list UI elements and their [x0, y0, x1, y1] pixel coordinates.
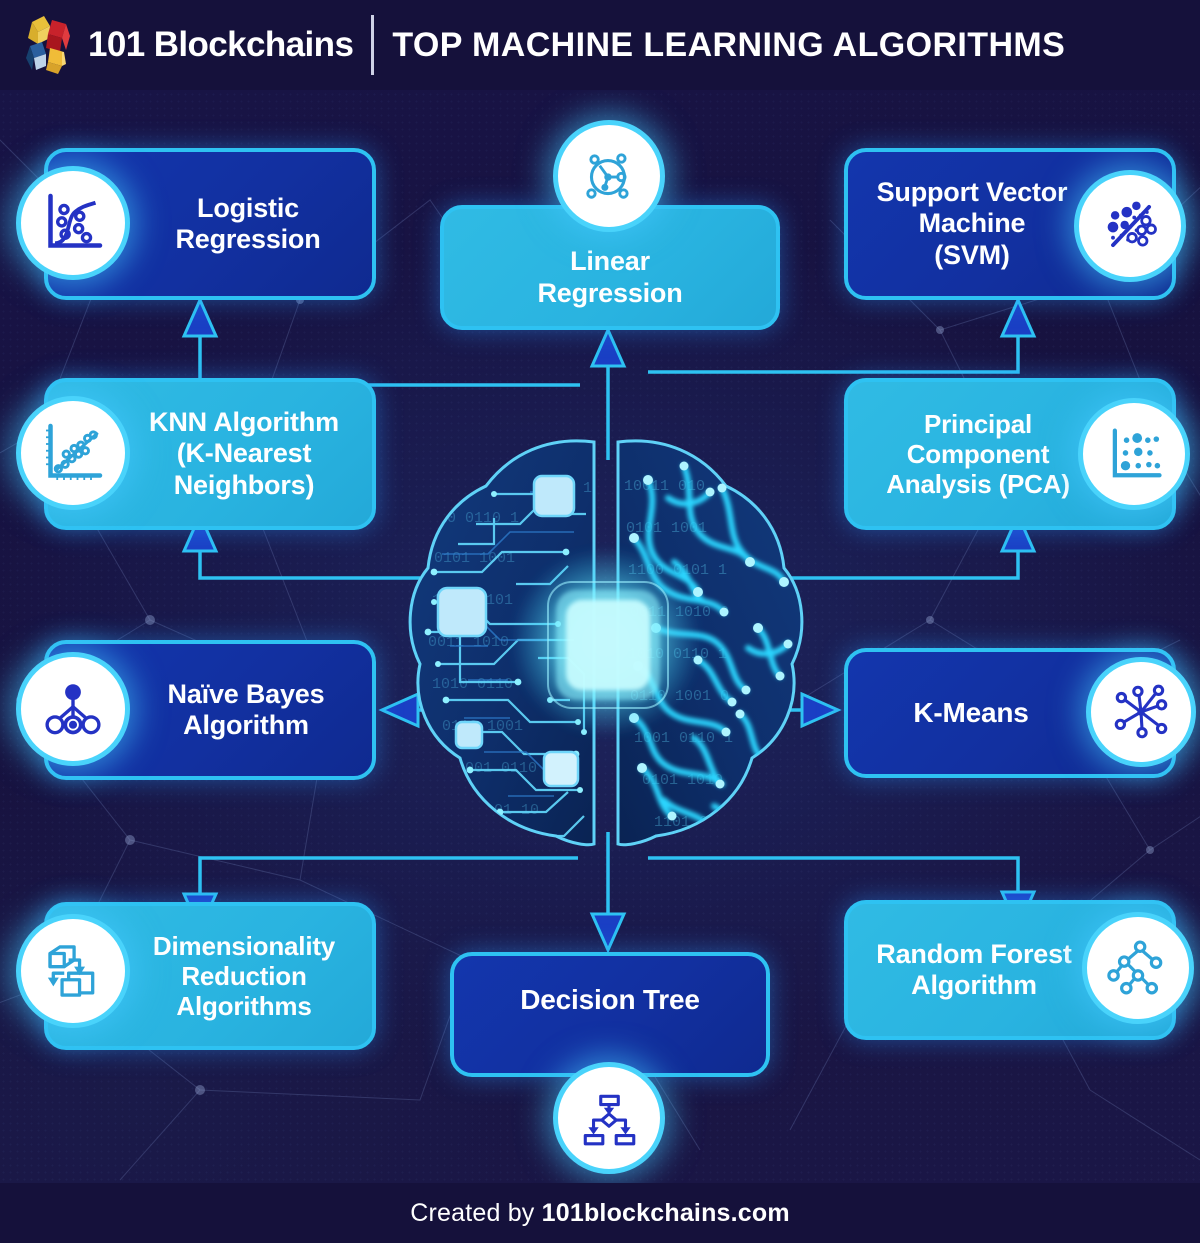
ai-brain-graphic: 10 0110 10101 1001 1100 01010011 1010 10…	[408, 439, 804, 847]
header-divider	[371, 15, 375, 75]
isometric-cubes-logo	[16, 12, 82, 78]
decision-tree-branches-icon	[1082, 912, 1194, 1024]
flowchart-decision-icon	[553, 1062, 665, 1174]
svg-text:0101 10: 0101 10	[476, 802, 539, 819]
stacked-boxes-arrows-icon	[16, 914, 130, 1028]
scatter-trendline-icon	[16, 396, 130, 510]
node-label-decision-tree: Decision Tree	[520, 984, 700, 1016]
svg-text:10011 010: 10011 010	[624, 478, 705, 495]
credit-site: 101blockchains.com	[541, 1198, 790, 1227]
svm-separating-hyperplane-icon	[1074, 170, 1186, 282]
bayes-network-nodes-icon	[16, 652, 130, 766]
node-network-circle-icon	[553, 120, 665, 232]
node-label-linear-regression: Linear Regression	[537, 246, 683, 308]
node-label-k-means: K-Means	[913, 696, 1029, 728]
infographic-canvas: 10 0110 10101 1001 1100 01010011 1010 10…	[0, 0, 1200, 1243]
svg-text:1010 0110: 1010 0110	[432, 676, 513, 693]
pca-scatter-axes-icon	[1078, 398, 1190, 510]
logistic-curve-scatter-icon	[16, 166, 130, 280]
footer-bar: Created by 101blockchains.com	[0, 1183, 1200, 1243]
header-bar: 101 Blockchains TOP MACHINE LEARNING ALG…	[0, 0, 1200, 90]
node-card-decision-tree[interactable]: Decision Tree	[450, 952, 770, 1077]
credit-prefix: Created by	[410, 1198, 542, 1227]
kmeans-cluster-star-icon	[1086, 657, 1196, 767]
brand-name: 101 Blockchains	[88, 25, 354, 64]
page-title: TOP MACHINE LEARNING ALGORITHMS	[392, 25, 1066, 64]
credit-text: Created by 101blockchains.com	[410, 1199, 790, 1228]
